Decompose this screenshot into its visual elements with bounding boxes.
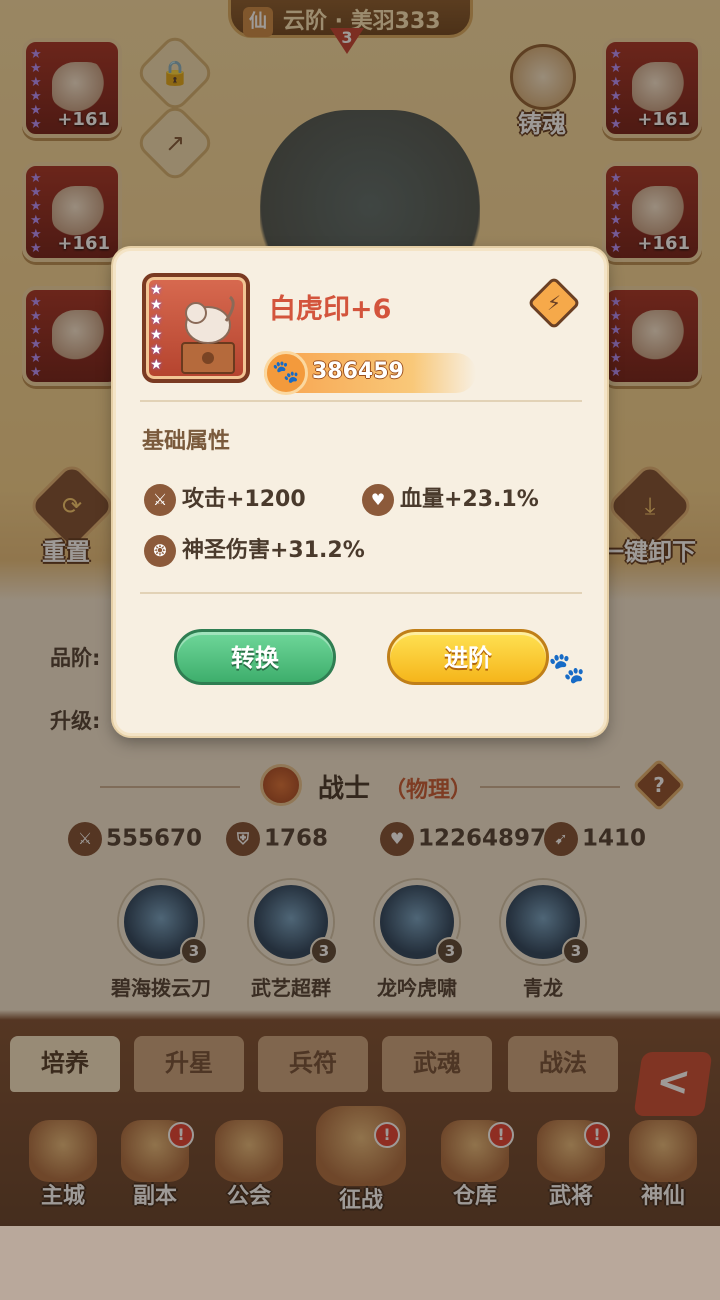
attr-holy-text: 神圣伤害+31.2% xyxy=(182,538,365,563)
attr-hp-text: 血量+23.1% xyxy=(400,487,539,512)
swap-icon[interactable]: ⚡ xyxy=(527,276,581,330)
paw-decoration-icon: 🐾 xyxy=(548,651,586,686)
convert-button[interactable]: 转换 xyxy=(174,629,336,685)
attr-hp: ♥ 血量+23.1% xyxy=(362,481,539,516)
item-stars: ★ ★ ★ ★ ★ ★ xyxy=(150,282,163,373)
divider xyxy=(140,592,582,594)
divider xyxy=(140,400,582,402)
bottom-strip xyxy=(0,1226,720,1300)
attr-attack: ⚔ 攻击+1200 xyxy=(144,481,306,516)
holy-swirl-icon: ❂ xyxy=(144,535,176,567)
seal-art xyxy=(181,295,235,374)
white-tiger-seal-icon: ★ ★ ★ ★ ★ ★ xyxy=(142,273,250,383)
item-detail-popup: ★ ★ ★ ★ ★ ★ 白虎印+6 ⚡ 🐾 386459 基础属性 ⚔ 攻击+1200 ♥ 血… xyxy=(113,248,607,736)
section-title: 基础属性 xyxy=(142,429,231,454)
attr-attack-text: 攻击+1200 xyxy=(182,487,306,512)
advance-button[interactable]: 进阶 xyxy=(387,629,549,685)
item-name: 白虎印+6 xyxy=(269,294,392,325)
sword-icon: ⚔ xyxy=(144,484,176,516)
attr-holy-damage: ❂ 神圣伤害+31.2% xyxy=(144,532,365,567)
heart-icon: ♥ xyxy=(362,484,394,516)
paw-icon: 🐾 xyxy=(264,351,308,395)
power-value: 386459 xyxy=(312,359,404,384)
power-bar: 🐾 386459 xyxy=(264,351,476,395)
